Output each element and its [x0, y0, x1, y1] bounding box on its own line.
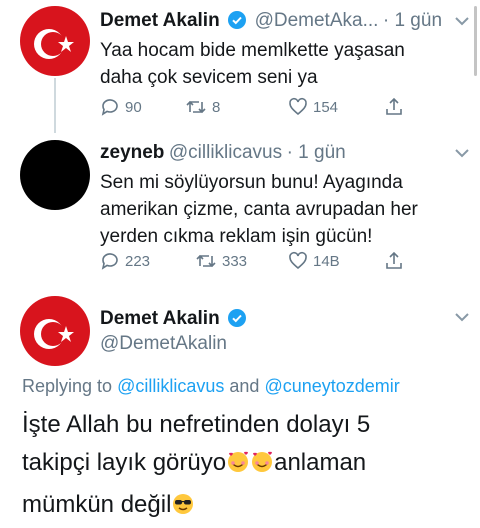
- like-count: 154: [313, 98, 339, 116]
- tweet-2[interactable]: zeyneb @cilliklicavus · 1 gün Sen mi söy…: [0, 130, 480, 290]
- reply-icon: [101, 253, 118, 270]
- retweet-icon: [196, 254, 216, 268]
- sunglasses-face-icon: [171, 490, 195, 528]
- replying-to-label: Replying to: [22, 376, 113, 396]
- tweet-text-line: mümkün değil: [22, 491, 172, 518]
- tweet-text-line: anlaman: [274, 449, 367, 476]
- replying-to: Replying to @cilliklicavus and @cuneytoz…: [22, 376, 400, 397]
- retweet-count: 333: [222, 252, 248, 270]
- tweet-3-focused[interactable]: Demet Akalin @DemetAkalin Replying to @c…: [0, 290, 480, 521]
- tweet-text-line: takipçi layık görüyo: [22, 449, 227, 476]
- like-count: 14B: [313, 252, 340, 270]
- verified-badge-icon: [228, 309, 247, 332]
- reply-mention-link[interactable]: @cuneytozdemir: [264, 376, 399, 396]
- chevron-down-icon[interactable]: [454, 310, 470, 328]
- heart-icon: [289, 97, 307, 116]
- verified-badge-icon: [228, 11, 247, 34]
- chevron-down-icon[interactable]: [454, 146, 470, 164]
- reply-count: 223: [125, 252, 151, 270]
- chevron-down-icon[interactable]: [454, 14, 470, 32]
- replying-to-and: and: [229, 376, 260, 396]
- reply-icon: [101, 99, 118, 116]
- tweet-text-line: amerikan çizme, canta avrupadan her: [100, 199, 418, 220]
- share-icon: [386, 251, 402, 269]
- tweet-3-header: Demet Akalin: [100, 308, 250, 332]
- scrollbar[interactable]: [474, 6, 477, 76]
- display-name[interactable]: Demet Akalin: [100, 10, 220, 31]
- tweet-text-line: İşte Allah bu nefretinden dolayı 5: [22, 411, 371, 438]
- retweet-icon: [186, 100, 206, 114]
- avatar-demet[interactable]: [20, 6, 90, 76]
- display-name[interactable]: Demet Akalin: [100, 308, 220, 329]
- like-button[interactable]: 14B: [288, 251, 340, 271]
- handle[interactable]: @cilliklicavus: [169, 142, 282, 163]
- reply-count: 90: [125, 98, 142, 116]
- display-name[interactable]: zeyneb: [100, 142, 164, 163]
- thread-line: [54, 78, 56, 133]
- smiling-face-with-hearts-icon: [226, 448, 250, 486]
- tweet-2-header: zeyneb @cilliklicavus · 1 gün: [100, 142, 346, 164]
- tweet-body: İşte Allah bu nefretinden dolayı 5 takip…: [22, 406, 370, 528]
- handle[interactable]: @DemetAkalin: [100, 333, 227, 355]
- like-button[interactable]: 154: [288, 97, 338, 117]
- tweet-actions: 90 8 154: [100, 96, 460, 118]
- avatar-demet[interactable]: [20, 296, 90, 366]
- tweet-text-line: daha çok sevicem seni ya: [100, 67, 318, 88]
- heart-icon: [289, 251, 307, 270]
- tweet-text-line: Yaa hocam bide memlkette yaşasan: [100, 40, 405, 61]
- share-button[interactable]: [384, 97, 404, 117]
- share-icon: [386, 97, 402, 115]
- reply-button[interactable]: 90: [100, 97, 142, 117]
- reply-button[interactable]: 223: [100, 251, 150, 271]
- tweet-1[interactable]: Demet Akalin @DemetAka... · 1 gün Yaa ho…: [0, 0, 480, 133]
- retweet-button[interactable]: 333: [195, 251, 247, 271]
- tweet-text-line: Sen mi söylüyorsun bunu! Ayagında: [100, 172, 403, 193]
- timestamp[interactable]: · 1 gün: [383, 10, 442, 31]
- retweet-button[interactable]: 8: [185, 97, 220, 117]
- tweet-actions: 223 333 14B: [100, 250, 460, 272]
- tweet-1-header: Demet Akalin @DemetAka... · 1 gün: [100, 10, 442, 34]
- smiling-face-with-hearts-icon: [250, 448, 274, 486]
- avatar-zeyneb[interactable]: [20, 140, 90, 210]
- share-button[interactable]: [384, 251, 404, 271]
- tweet-text-line: yerden cıkma reklam işin gücün!: [100, 226, 373, 247]
- timestamp[interactable]: · 1 gün: [287, 142, 346, 163]
- handle[interactable]: @DemetAka...: [255, 10, 379, 31]
- retweet-count: 8: [212, 98, 221, 116]
- reply-mention-link[interactable]: @cilliklicavus: [117, 376, 224, 396]
